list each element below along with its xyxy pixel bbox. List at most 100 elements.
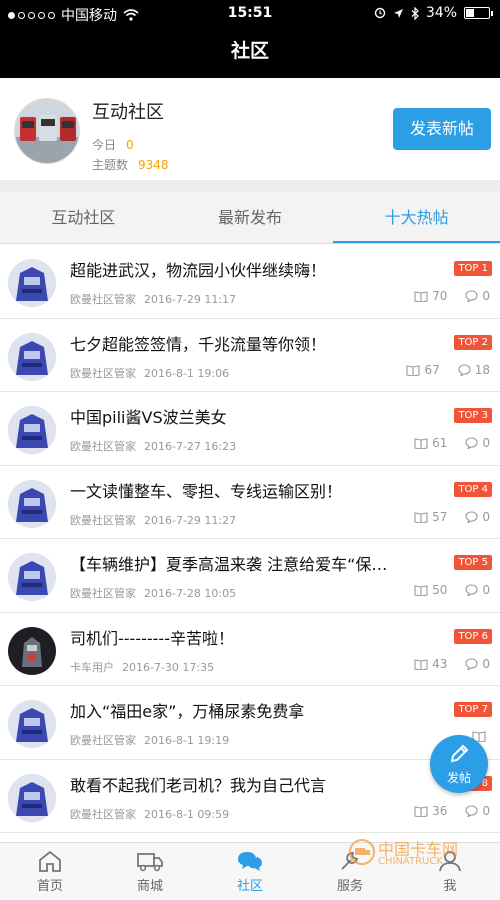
bluetooth-icon: [411, 6, 419, 20]
today-stat: 今日 0: [92, 136, 134, 153]
compose-label: 发帖: [446, 771, 471, 785]
topics-stat: 主题数 9348: [92, 156, 169, 173]
book-icon: [414, 585, 428, 596]
post-counts: 70 0: [414, 289, 490, 303]
comment-count: 0: [482, 436, 490, 450]
book-icon: [414, 511, 428, 523]
list-item[interactable]: 加入“福田e家”，万桶尿素免费拿 欧曼社区管家 2016-8-1 19:19 TO…: [0, 686, 500, 760]
comment-count: 0: [482, 509, 490, 524]
list-item[interactable]: 超能进武汉，物流园小伙伴继续嗨！ 欧曼社区管家 2016-7-29 11:17 T…: [0, 245, 500, 319]
rank-badge: TOP 1: [454, 261, 492, 276]
list-item[interactable]: 一文读懂整车、零担、专线运输区别！ 欧曼社区管家 2016-7-29 11:27 …: [0, 466, 500, 539]
post-meta: 欧曼社区管家 2016-7-28 10:05: [70, 585, 236, 601]
post-meta: 欧曼社区管家 2016-7-27 16:23: [70, 438, 236, 454]
view-count: 50: [432, 583, 448, 597]
list-item[interactable]: 七夕超能签签情，千兆流量等你领！ 欧曼社区管家 2016-8-1 19:06 TO…: [0, 319, 500, 392]
comment-icon: [465, 804, 478, 817]
post-list: 超能进武汉，物流园小伙伴继续嗨！ 欧曼社区管家 2016-7-29 11:17 T…: [0, 245, 500, 842]
post-counts: 61 0: [414, 436, 490, 450]
view-count: 70: [432, 289, 448, 303]
post-author: 卡车用户: [70, 660, 114, 674]
tab-community[interactable]: 互动社区: [0, 192, 167, 243]
post-title: 敢看不起我们老司机？我为自己代言: [70, 775, 327, 795]
chat-bubbles-icon: [238, 852, 262, 871]
book-icon: [414, 291, 428, 302]
book-icon: [406, 364, 420, 376]
comment-count: 0: [482, 289, 490, 303]
topics-value: 9348: [138, 158, 169, 172]
comment-count: 0: [482, 656, 490, 671]
post-author: 欧曼社区管家: [70, 807, 136, 821]
post-date: 2016-8-1 19:06: [144, 366, 230, 380]
list-item[interactable]: 【车辆维护】夏季高温来袭 注意给爱车“保… 欧曼社区管家 2016-7-28 10…: [0, 539, 500, 613]
comment-icon: [465, 584, 478, 596]
comment-icon: [458, 363, 471, 376]
nav-title: 社区: [0, 28, 500, 78]
post-date: 2016-7-28 10:05: [144, 587, 237, 600]
view-count: 57: [432, 509, 448, 524]
book-icon: [414, 438, 428, 449]
book-icon: [414, 805, 428, 817]
post-author: 欧曼社区管家: [70, 440, 136, 453]
status-bar: 中国移动 15:51 34%: [0, 0, 500, 28]
post-title: 七夕超能签签情，千兆流量等你领！: [70, 334, 327, 354]
avatar: [8, 553, 56, 601]
battery-icon: [464, 7, 493, 19]
nav-home[interactable]: 首页: [0, 843, 100, 900]
community-name: 互动社区: [92, 102, 164, 123]
today-label: 今日: [92, 138, 117, 152]
post-counts: 57 0: [414, 510, 490, 524]
battery-label: 34%: [425, 5, 457, 21]
list-item[interactable]: 中国pili酱VS波兰美女 欧曼社区管家 2016-7-27 16:23 TOP …: [0, 392, 500, 466]
post-author: 欧曼社区管家: [70, 587, 136, 600]
post-date: 2016-8-1 19:19: [144, 734, 230, 747]
post-meta: 欧曼社区管家 2016-8-1 19:19: [70, 732, 229, 748]
view-count: 43: [432, 656, 448, 671]
nav-community[interactable]: 社区: [200, 843, 300, 900]
post-author: 欧曼社区管家: [70, 293, 136, 306]
post-author: 欧曼社区管家: [70, 366, 136, 380]
post-title: 【车辆维护】夏季高温来袭 注意给爱车“保…: [70, 555, 388, 574]
today-value: 0: [126, 138, 134, 152]
location-icon: [393, 8, 403, 18]
view-count: 67: [424, 362, 440, 377]
truck-icon: [137, 853, 163, 872]
post-title: 一文读懂整车、零担、专线运输区别！: [70, 481, 343, 501]
avatar: [8, 479, 56, 528]
comment-icon: [465, 437, 478, 449]
post-date: 2016-7-29 11:27: [144, 513, 237, 527]
avatar: [8, 773, 56, 822]
post-meta: 欧曼社区管家 2016-8-1 19:06: [70, 365, 229, 381]
post-counts: 50 0: [414, 583, 490, 597]
watermark-subtext: CHINATRUCK: [378, 856, 443, 867]
nav-mall[interactable]: 商城: [100, 843, 200, 900]
post-date: 2016-7-30 17:35: [122, 660, 215, 674]
community-header: 互动社区 今日 0 主题数 9348 发表新帖: [0, 78, 500, 180]
list-item[interactable]: 敢看不起我们老司机？我为自己代言 欧曼社区管家2016-8-1 09:59 TO…: [0, 760, 500, 833]
new-post-button[interactable]: 发表新帖: [393, 108, 491, 150]
comment-icon: [465, 657, 478, 670]
comment-count: 0: [482, 803, 490, 818]
topics-label: 主题数: [92, 158, 129, 172]
post-title: 加入“福田e家”，万桶尿素免费拿: [70, 702, 305, 721]
post-title: 超能进武汉，物流园小伙伴继续嗨！: [70, 261, 327, 280]
post-meta: 卡车用户 2016-7-30 17:35: [70, 659, 214, 675]
rank-badge: TOP 7: [454, 702, 492, 717]
comment-icon: [465, 510, 478, 523]
post-counts: 43 0: [414, 657, 490, 671]
compose-fab[interactable]: 发帖: [430, 735, 488, 793]
comment-icon: [465, 290, 478, 302]
rank-badge: TOP 2: [454, 334, 492, 350]
tab-latest[interactable]: 最新发布: [167, 192, 334, 243]
avatar: [8, 626, 56, 675]
avatar: [8, 332, 56, 381]
view-count: 61: [432, 436, 448, 450]
post-author: 欧曼社区管家: [70, 734, 136, 747]
rank-badge: TOP 6: [454, 628, 492, 644]
tab-top-ten[interactable]: 十大热帖: [333, 192, 500, 243]
avatar: [8, 406, 56, 454]
post-author: 欧曼社区管家: [70, 513, 136, 527]
list-item[interactable]: 司机们---------辛苦啦！ 卡车用户 2016-7-30 17:35 TOP…: [0, 613, 500, 686]
community-avatar: [14, 98, 80, 164]
post-title: 司机们---------辛苦啦！: [70, 628, 234, 648]
